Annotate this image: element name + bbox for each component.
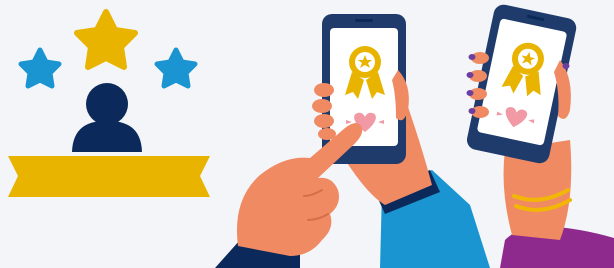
user-avatar-icon — [72, 83, 142, 152]
gold-star-icon — [74, 9, 138, 70]
illustration-stage — [0, 0, 614, 268]
rating-stars — [18, 9, 198, 89]
award-ribbon-banner — [8, 156, 210, 197]
blue-star-icon — [18, 47, 62, 89]
blue-star-icon — [154, 47, 198, 89]
recognition-illustration — [8, 4, 614, 268]
pointing-hand-icon — [215, 123, 363, 268]
